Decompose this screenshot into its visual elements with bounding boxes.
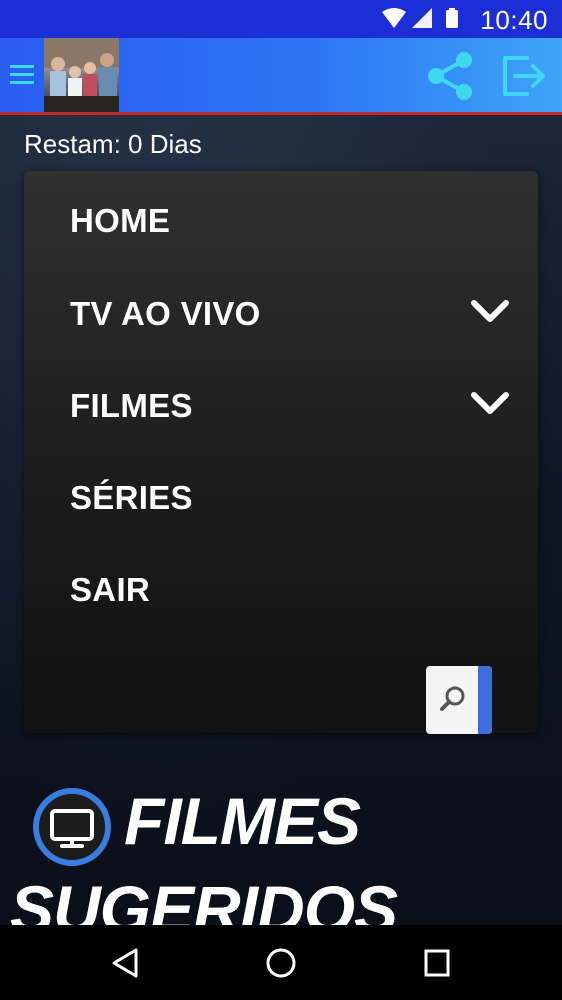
status-icons [382,8,458,28]
status-bar: 10:40 [0,0,562,38]
menu-panel: HOME TV AO VIVO FILMES SÉRIES SAIR [24,171,538,734]
menu-item-label: SAIR [70,571,151,608]
wifi-icon [382,8,406,28]
app-bar [0,38,562,115]
remaining-days-text: Restam: 0 Dias [24,129,202,159]
home-icon[interactable] [265,947,297,979]
menu-item-filmes[interactable]: FILMES [70,387,510,437]
menu-item-home[interactable]: HOME [70,202,510,252]
menu-item-sair[interactable]: SAIR [70,571,510,621]
tv-icon [33,788,111,866]
menu-item-label: TV AO VIVO [70,295,261,332]
recents-icon[interactable] [424,949,450,977]
family-thumbnail [44,38,119,112]
main-content: Restam: 0 Dias HOME TV AO VIVO FILMES SÉ… [0,115,562,946]
search-button[interactable] [426,666,492,734]
back-icon[interactable] [110,947,140,979]
clock: 10:40 [480,5,548,35]
suggested-title-line1: FILMES [124,784,361,858]
search-icon [440,686,465,711]
exit-icon[interactable] [499,52,549,100]
battery-icon [446,10,458,28]
menu-item-series[interactable]: SÉRIES [70,479,510,529]
search-accent-bar [478,666,492,734]
menu-item-tv-ao-vivo[interactable]: TV AO VIVO [70,295,510,345]
system-nav-bar [0,925,562,1000]
menu-item-label: SÉRIES [70,479,193,516]
chevron-down-icon [471,392,509,414]
menu-button[interactable] [10,60,34,90]
menu-item-label: FILMES [70,387,193,424]
hamburger-icon [10,65,34,68]
signal-icon [412,8,432,28]
chevron-down-icon [471,300,509,322]
menu-item-label: HOME [70,202,171,239]
share-icon[interactable] [422,48,478,104]
